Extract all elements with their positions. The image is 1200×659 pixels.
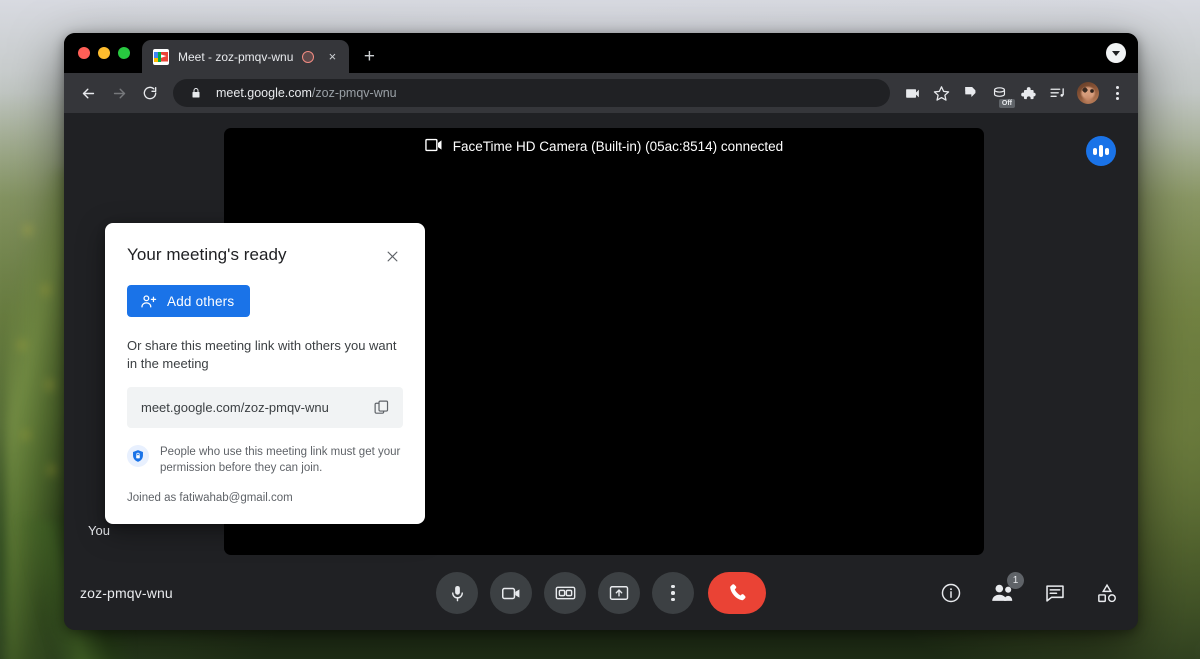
present-screen-button[interactable]: [598, 572, 640, 614]
forward-arrow-icon[interactable]: [105, 79, 133, 107]
shield-lock-icon: [127, 445, 149, 467]
meeting-ready-dialog: Your meeting's ready Add others Or share…: [105, 223, 425, 524]
permission-note-row: People who use this meeting link must ge…: [127, 444, 403, 476]
close-window-button[interactable]: [78, 47, 90, 59]
extensions-puzzle-icon[interactable]: [1015, 80, 1041, 106]
cookie-off-icon[interactable]: Off: [986, 80, 1015, 108]
chat-button[interactable]: [1038, 576, 1072, 610]
media-playlist-icon[interactable]: [1044, 80, 1070, 106]
participant-count-badge: 1: [1007, 572, 1024, 589]
camera-status-text: FaceTime HD Camera (Built-in) (05ac:8514…: [452, 139, 784, 154]
meeting-link-field[interactable]: meet.google.com/zoz-pmqv-wnu: [127, 387, 403, 428]
chat-bubble-icon: [1044, 582, 1066, 604]
tab-strip: Meet - zoz-pmqv-wnu × +: [64, 33, 1138, 73]
dialog-title: Your meeting's ready: [127, 245, 287, 264]
activities-shapes-icon: [1096, 582, 1118, 604]
audio-waveform-icon[interactable]: [1086, 136, 1116, 166]
video-camera-icon: [425, 138, 444, 155]
profile-avatar[interactable]: [1077, 82, 1099, 104]
video-camera-icon: [501, 586, 522, 601]
present-screen-icon: [609, 585, 629, 601]
dialog-description: Or share this meeting link with others y…: [127, 338, 397, 371]
meeting-link-text: meet.google.com/zoz-pmqv-wnu: [141, 400, 329, 415]
reload-icon[interactable]: [136, 79, 164, 107]
permission-note-text: People who use this meeting link must ge…: [160, 446, 401, 474]
meeting-details-button[interactable]: [934, 576, 968, 610]
reading-list-icon[interactable]: [957, 80, 983, 106]
close-x-icon[interactable]: [381, 245, 403, 267]
dialog-header: Your meeting's ready: [127, 245, 403, 267]
browser-tab-meet[interactable]: Meet - zoz-pmqv-wnu ×: [142, 40, 350, 73]
google-meet-favicon: [153, 48, 169, 65]
captions-button[interactable]: [544, 572, 586, 614]
add-others-button[interactable]: Add others: [127, 285, 251, 317]
browser-toolbar: meet.google.com/zoz-pmqv-wnu Off: [64, 73, 1138, 113]
bookmark-star-icon[interactable]: [928, 80, 954, 106]
three-dots-vertical-icon: [671, 584, 675, 589]
cookie-off-badge: Off: [998, 99, 1015, 108]
close-tab-button[interactable]: ×: [323, 48, 341, 66]
back-arrow-icon[interactable]: [74, 79, 102, 107]
desktop-background: Meet - zoz-pmqv-wnu × + meet.google.com/…: [0, 0, 1200, 659]
tab-search-button[interactable]: [1106, 43, 1126, 63]
google-meet-page: FaceTime HD Camera (Built-in) (05ac:8514…: [64, 113, 1138, 630]
closed-captions-icon: [555, 585, 576, 601]
recording-dot-icon[interactable]: [302, 50, 315, 63]
address-bar-text: meet.google.com/zoz-pmqv-wnu: [216, 86, 397, 100]
camera-status-banner: FaceTime HD Camera (Built-in) (05ac:8514…: [224, 138, 984, 155]
hang-up-phone-icon: [724, 580, 750, 606]
browser-menu-icon[interactable]: [1106, 86, 1128, 100]
maximize-window-button[interactable]: [118, 47, 130, 59]
microphone-button[interactable]: [436, 572, 478, 614]
info-circle-icon: [940, 582, 962, 604]
tab-title: Meet - zoz-pmqv-wnu: [178, 49, 294, 64]
leave-call-button[interactable]: [708, 572, 766, 614]
lock-icon[interactable]: [185, 82, 207, 104]
microphone-icon: [448, 584, 467, 603]
new-tab-button[interactable]: +: [355, 42, 383, 70]
url-host: meet.google.com: [216, 86, 312, 100]
copy-icon[interactable]: [369, 396, 393, 420]
joined-as-text: Joined as fatiwahab@gmail.com: [127, 492, 293, 504]
show-everyone-button[interactable]: 1: [986, 572, 1024, 610]
url-path: /zoz-pmqv-wnu: [311, 86, 397, 100]
add-person-icon: [140, 293, 157, 310]
address-bar[interactable]: meet.google.com/zoz-pmqv-wnu: [173, 79, 890, 107]
more-options-button[interactable]: [652, 572, 694, 614]
activities-button[interactable]: [1090, 576, 1124, 610]
camera-button[interactable]: [490, 572, 532, 614]
minimize-window-button[interactable]: [98, 47, 110, 59]
window-traffic-lights: [78, 33, 142, 73]
self-participant-label: You: [88, 523, 110, 538]
add-others-label: Add others: [167, 293, 235, 309]
meet-bottom-bar: zoz-pmqv-wnu 1: [64, 556, 1138, 630]
chrome-browser-window: Meet - zoz-pmqv-wnu × + meet.google.com/…: [64, 33, 1138, 630]
camera-permission-icon[interactable]: [899, 80, 925, 106]
meet-right-controls: 1: [934, 572, 1124, 610]
